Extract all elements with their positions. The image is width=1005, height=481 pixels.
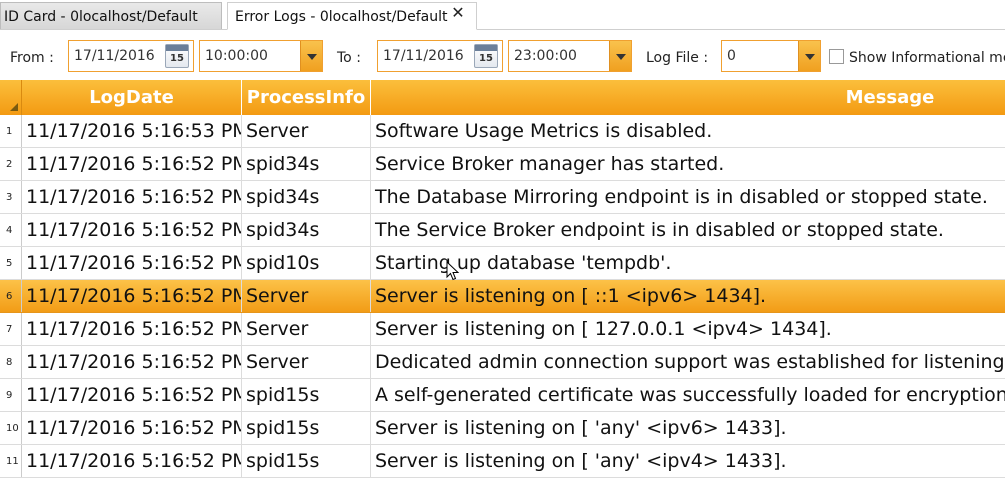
logfile-value: 0 [727,48,736,64]
cell-processinfo[interactable]: Server [242,115,371,147]
from-time-value: 10:00:00 [205,48,268,64]
table-row[interactable]: 8 11/17/2016 5:16:52 PM Server Dedicated… [0,346,1005,379]
table-row[interactable]: 10 11/17/2016 5:16:52 PM spid15s Server … [0,412,1005,445]
grid-header: LogDate ProcessInfo Message [0,80,1005,115]
tab-label: Error Logs - 0localhost/Default [235,9,448,25]
table-row[interactable]: 4 11/17/2016 5:16:52 PM spid34s The Serv… [0,214,1005,247]
chevron-down-icon[interactable] [300,41,322,71]
tab-id-card[interactable]: ID Card - 0localhost/Default [0,2,222,30]
cell-message[interactable]: A self-generated certificate was success… [371,379,1005,411]
to-time-select[interactable]: 23:00:00 [508,40,632,72]
column-header-processinfo[interactable]: ProcessInfo [242,80,371,115]
cell-message[interactable]: Starting up database 'tempdb'. [371,247,1005,279]
row-number: 2 [0,148,22,180]
cell-message[interactable]: Server is listening on [ 'any' <ipv4> 14… [371,445,1005,477]
cell-message[interactable]: Server is listening on [ 'any' <ipv6> 14… [371,412,1005,444]
chevron-down-icon[interactable] [609,41,631,71]
log-grid: LogDate ProcessInfo Message 1 11/17/2016… [0,80,1005,481]
from-date-picker[interactable]: 17/11/2016 15 [68,40,194,72]
from-date-value: 17/11/2016 [74,48,155,64]
cell-logdate[interactable]: 11/17/2016 5:16:52 PM [22,313,242,345]
cell-processinfo[interactable]: spid34s [242,181,371,213]
row-number: 6 [0,280,22,312]
from-label: From : [10,50,54,66]
table-row[interactable]: 9 11/17/2016 5:16:52 PM spid15s A self-g… [0,379,1005,412]
row-number: 11 [0,445,22,477]
mouse-cursor-icon [446,261,460,281]
show-informational-checkbox[interactable] [829,49,844,64]
cell-message[interactable]: The Database Mirroring endpoint is in di… [371,181,1005,213]
row-number: 10 [0,412,22,444]
table-row-selected[interactable]: 6 11/17/2016 5:16:52 PM Server Server is… [0,280,1005,313]
cell-logdate[interactable]: 11/17/2016 5:16:52 PM [22,280,242,312]
cell-message[interactable]: Server is listening on [ ::1 <ipv6> 1434… [371,280,1005,312]
table-row[interactable]: 1 11/17/2016 5:16:53 PM Server Software … [0,115,1005,148]
cell-logdate[interactable]: 11/17/2016 5:16:52 PM [22,412,242,444]
to-date-value: 17/11/2016 [383,48,464,64]
cell-processinfo[interactable]: spid15s [242,445,371,477]
cell-processinfo[interactable]: Server [242,346,371,378]
table-row[interactable]: 11 11/17/2016 5:16:52 PM spid15s Server … [0,445,1005,478]
from-time-select[interactable]: 10:00:00 [199,40,323,72]
table-row[interactable]: 2 11/17/2016 5:16:52 PM spid34s Service … [0,148,1005,181]
logfile-label: Log File : [646,50,709,66]
cell-logdate[interactable]: 11/17/2016 5:16:52 PM [22,148,242,180]
table-row[interactable]: 5 11/17/2016 5:16:52 PM spid10s Starting… [0,247,1005,280]
tab-bar: ID Card - 0localhost/Default Error Logs … [0,0,1005,30]
cell-logdate[interactable]: 11/17/2016 5:16:52 PM [22,379,242,411]
cell-processinfo[interactable]: Server [242,313,371,345]
cell-logdate[interactable]: 11/17/2016 5:16:52 PM [22,346,242,378]
cell-message[interactable]: The Service Broker endpoint is in disabl… [371,214,1005,246]
row-number: 1 [0,115,22,147]
cell-logdate[interactable]: 11/17/2016 5:16:52 PM [22,181,242,213]
tab-error-logs[interactable]: Error Logs - 0localhost/Default [227,2,477,30]
table-row[interactable]: 7 11/17/2016 5:16:52 PM Server Server is… [0,313,1005,346]
logfile-select[interactable]: 0 [721,40,821,72]
table-row[interactable]: 3 11/17/2016 5:16:52 PM spid34s The Data… [0,181,1005,214]
cell-logdate[interactable]: 11/17/2016 5:16:52 PM [22,445,242,477]
select-all-corner[interactable] [0,80,22,115]
cell-processinfo[interactable]: spid15s [242,379,371,411]
row-number: 5 [0,247,22,279]
cell-message[interactable]: Dedicated admin connection support was e… [371,346,1005,378]
cell-message[interactable]: Software Usage Metrics is disabled. [371,115,1005,147]
cell-logdate[interactable]: 11/17/2016 5:16:53 PM [22,115,242,147]
column-header-logdate[interactable]: LogDate [22,80,242,115]
calendar-icon[interactable]: 15 [474,44,498,68]
close-icon[interactable]: ✕ [449,3,467,23]
cell-logdate[interactable]: 11/17/2016 5:16:52 PM [22,247,242,279]
row-number: 3 [0,181,22,213]
row-number: 9 [0,379,22,411]
row-number: 4 [0,214,22,246]
cell-processinfo[interactable]: spid15s [242,412,371,444]
cell-processinfo[interactable]: spid34s [242,214,371,246]
cell-processinfo[interactable]: Server [242,280,371,312]
chevron-down-icon[interactable] [798,41,820,71]
row-number: 7 [0,313,22,345]
tab-label: ID Card - 0localhost/Default [4,9,198,25]
show-informational-label: Show Informational me [849,50,1005,66]
to-date-picker[interactable]: 17/11/2016 15 [377,40,503,72]
cell-message[interactable]: Server is listening on [ 127.0.0.1 <ipv4… [371,313,1005,345]
cell-processinfo[interactable]: spid10s [242,247,371,279]
cell-processinfo[interactable]: spid34s [242,148,371,180]
cell-message[interactable]: Service Broker manager has started. [371,148,1005,180]
cell-logdate[interactable]: 11/17/2016 5:16:52 PM [22,214,242,246]
calendar-icon[interactable]: 15 [165,44,189,68]
column-header-message[interactable]: Message [371,80,1005,115]
to-time-value: 23:00:00 [514,48,577,64]
row-number: 8 [0,346,22,378]
to-label: To : [337,50,361,66]
